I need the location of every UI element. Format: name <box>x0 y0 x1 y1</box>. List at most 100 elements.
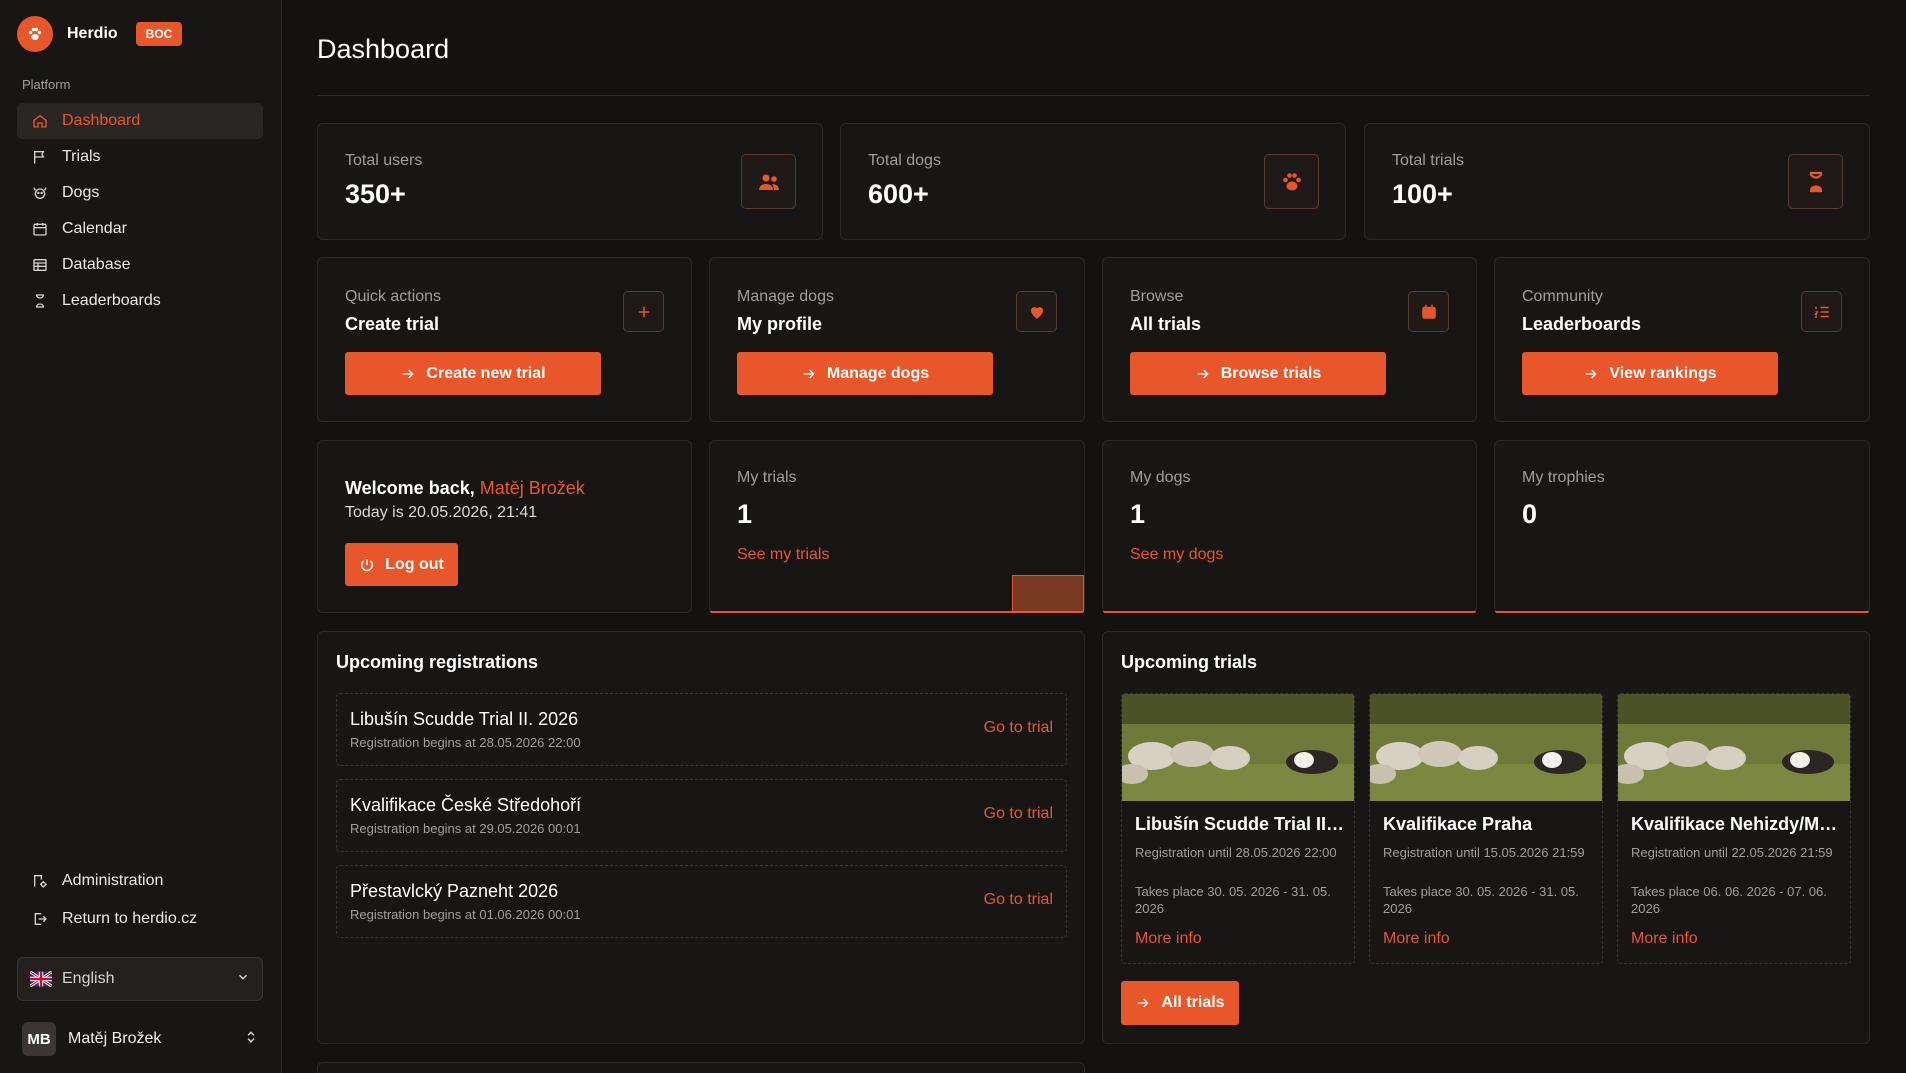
welcome-user-name: Matěj Brožek <box>479 478 585 498</box>
list-item: Přestavlcký Pazneht 2026 Registration be… <box>336 865 1067 938</box>
sidebar-item-administration[interactable]: Administration <box>17 862 263 900</box>
registration-date: Registration begins at 29.05.2026 00:01 <box>350 821 581 836</box>
go-to-trial-link[interactable]: Go to trial <box>984 891 1053 909</box>
button-label: Log out <box>385 555 444 573</box>
all-trials-button[interactable]: All trials <box>1121 981 1239 1025</box>
title-divider <box>317 95 1870 96</box>
my-trials-card: My trials 1 See my trials <box>709 440 1085 613</box>
trial-dates: Takes place 06. 06. 2026 - 07. 06. 2026 <box>1631 884 1827 916</box>
quick-card-community: Community Leaderboards View rankings <box>1494 257 1870 422</box>
accent-underline <box>1495 611 1869 613</box>
sidebar-item-label: Administration <box>62 872 164 889</box>
trial-card[interactable]: Kvalifikace Nehizdy/Mašovice 2026 Regist… <box>1617 693 1851 964</box>
dog-icon <box>31 184 49 202</box>
manage-dogs-button[interactable]: Manage dogs <box>737 352 993 395</box>
stat-value: 350+ <box>345 179 406 209</box>
stat-label: Total dogs <box>868 152 941 169</box>
see-my-dogs-link[interactable]: See my dogs <box>1130 546 1223 564</box>
button-label: Browse trials <box>1220 364 1322 382</box>
sidebar-item-label: Dashboard <box>62 112 141 129</box>
trial-photo <box>1370 694 1602 801</box>
calendar-icon <box>1408 291 1449 332</box>
trial-dates: Takes place 30. 05. 2026 - 31. 05. 2026 <box>1135 884 1331 916</box>
more-info-link[interactable]: More info <box>1383 930 1450 948</box>
home-icon <box>31 112 49 130</box>
trial-photo <box>1122 694 1354 801</box>
mini-value: 0 <box>1522 499 1538 529</box>
qa-title: All trials <box>1130 314 1202 334</box>
sidebar-item-return[interactable]: Return to herdio.cz <box>17 900 263 938</box>
sidebar-item-calendar[interactable]: Calendar <box>17 211 263 247</box>
list-item: Kvalifikace České Středohoří Registratio… <box>336 779 1067 852</box>
section-title: Upcoming registrations <box>336 652 539 672</box>
list-item: Libušín Scudde Trial II. 2026 Registrati… <box>336 693 1067 766</box>
stat-label: Total trials <box>1392 152 1465 169</box>
mini-value: 1 <box>737 499 753 529</box>
decorative-block <box>1012 575 1084 612</box>
qa-label: Browse <box>1130 288 1184 305</box>
go-to-trial-link[interactable]: Go to trial <box>984 719 1053 737</box>
section-title: Upcoming trials <box>1121 652 1258 672</box>
welcome-prefix: Welcome back, <box>345 478 475 498</box>
browse-trials-button[interactable]: Browse trials <box>1130 352 1386 395</box>
admin-icon <box>31 872 49 890</box>
logout-button[interactable]: Log out <box>345 543 458 586</box>
more-info-link[interactable]: More info <box>1631 930 1698 948</box>
mini-value: 1 <box>1130 499 1146 529</box>
more-info-link[interactable]: More info <box>1135 930 1202 948</box>
stat-card-users: Total users 350+ <box>317 123 823 240</box>
main-nav: Dashboard Trials Dogs Calendar Database … <box>17 103 263 319</box>
sidebar-item-label: Return to herdio.cz <box>62 910 198 927</box>
registration-date: Registration begins at 01.06.2026 00:01 <box>350 907 581 922</box>
heart-icon <box>1016 291 1057 332</box>
paw-logo-icon <box>17 16 53 52</box>
stat-label: Total users <box>345 152 423 169</box>
sidebar-item-trials[interactable]: Trials <box>17 139 263 175</box>
sidebar-item-leaderboards[interactable]: Leaderboards <box>17 283 263 319</box>
paw-icon <box>1264 154 1319 209</box>
sidebar-item-label: Trials <box>62 148 101 165</box>
next-panel <box>317 1062 1085 1073</box>
arrow-right-icon <box>1583 366 1599 382</box>
avatar: MB <box>22 1022 56 1056</box>
view-rankings-button[interactable]: View rankings <box>1522 352 1778 395</box>
arrow-right-icon <box>400 366 416 382</box>
stat-value: 100+ <box>1392 179 1453 209</box>
trial-photo <box>1618 694 1850 801</box>
button-label: Create new trial <box>426 364 546 382</box>
trial-registration: Registration until 15.05.2026 21:59 <box>1383 845 1585 860</box>
plus-icon <box>623 291 664 332</box>
button-label: Manage dogs <box>826 364 930 382</box>
sidebar-item-dashboard[interactable]: Dashboard <box>17 103 263 139</box>
trial-card[interactable]: Libušín Scudde Trial II. 2026 Registrati… <box>1121 693 1355 964</box>
brand[interactable]: Herdio BOC <box>17 16 183 52</box>
bottom-nav: Administration Return to herdio.cz <box>17 862 263 938</box>
sidebar-item-dogs[interactable]: Dogs <box>17 175 263 211</box>
stat-value: 600+ <box>868 179 929 209</box>
see-my-trials-link[interactable]: See my trials <box>737 546 829 564</box>
qa-label: Manage dogs <box>737 288 834 305</box>
sidebar-item-database[interactable]: Database <box>17 247 263 283</box>
trial-card[interactable]: Kvalifikace Praha Registration until 15.… <box>1369 693 1603 964</box>
language-select[interactable]: English <box>17 957 263 1001</box>
user-menu[interactable]: MB Matěj Brožek <box>22 1021 258 1057</box>
exit-icon <box>31 910 49 928</box>
list-icon <box>1801 291 1842 332</box>
sidebar-item-label: Leaderboards <box>62 292 161 309</box>
go-to-trial-link[interactable]: Go to trial <box>984 805 1053 823</box>
trial-name: Libušín Scudde Trial II. 2026 <box>1135 814 1347 834</box>
create-trial-button[interactable]: Create new trial <box>345 352 601 395</box>
quick-card-dogs: Manage dogs My profile Manage dogs <box>709 257 1085 422</box>
table-icon <box>31 256 49 274</box>
registration-name: Libušín Scudde Trial II. 2026 <box>350 709 579 729</box>
stat-card-dogs: Total dogs 600+ <box>840 123 1346 240</box>
nav-section-label: Platform <box>22 77 71 92</box>
brand-badge: BOC <box>135 22 183 46</box>
accent-underline <box>710 611 1084 613</box>
button-label: View rankings <box>1609 364 1717 382</box>
users-icon <box>741 154 796 209</box>
trial-name: Kvalifikace Praha <box>1383 814 1533 834</box>
power-icon <box>359 557 375 573</box>
user-name: Matěj Brožek <box>68 1030 162 1047</box>
qa-label: Quick actions <box>345 288 442 305</box>
